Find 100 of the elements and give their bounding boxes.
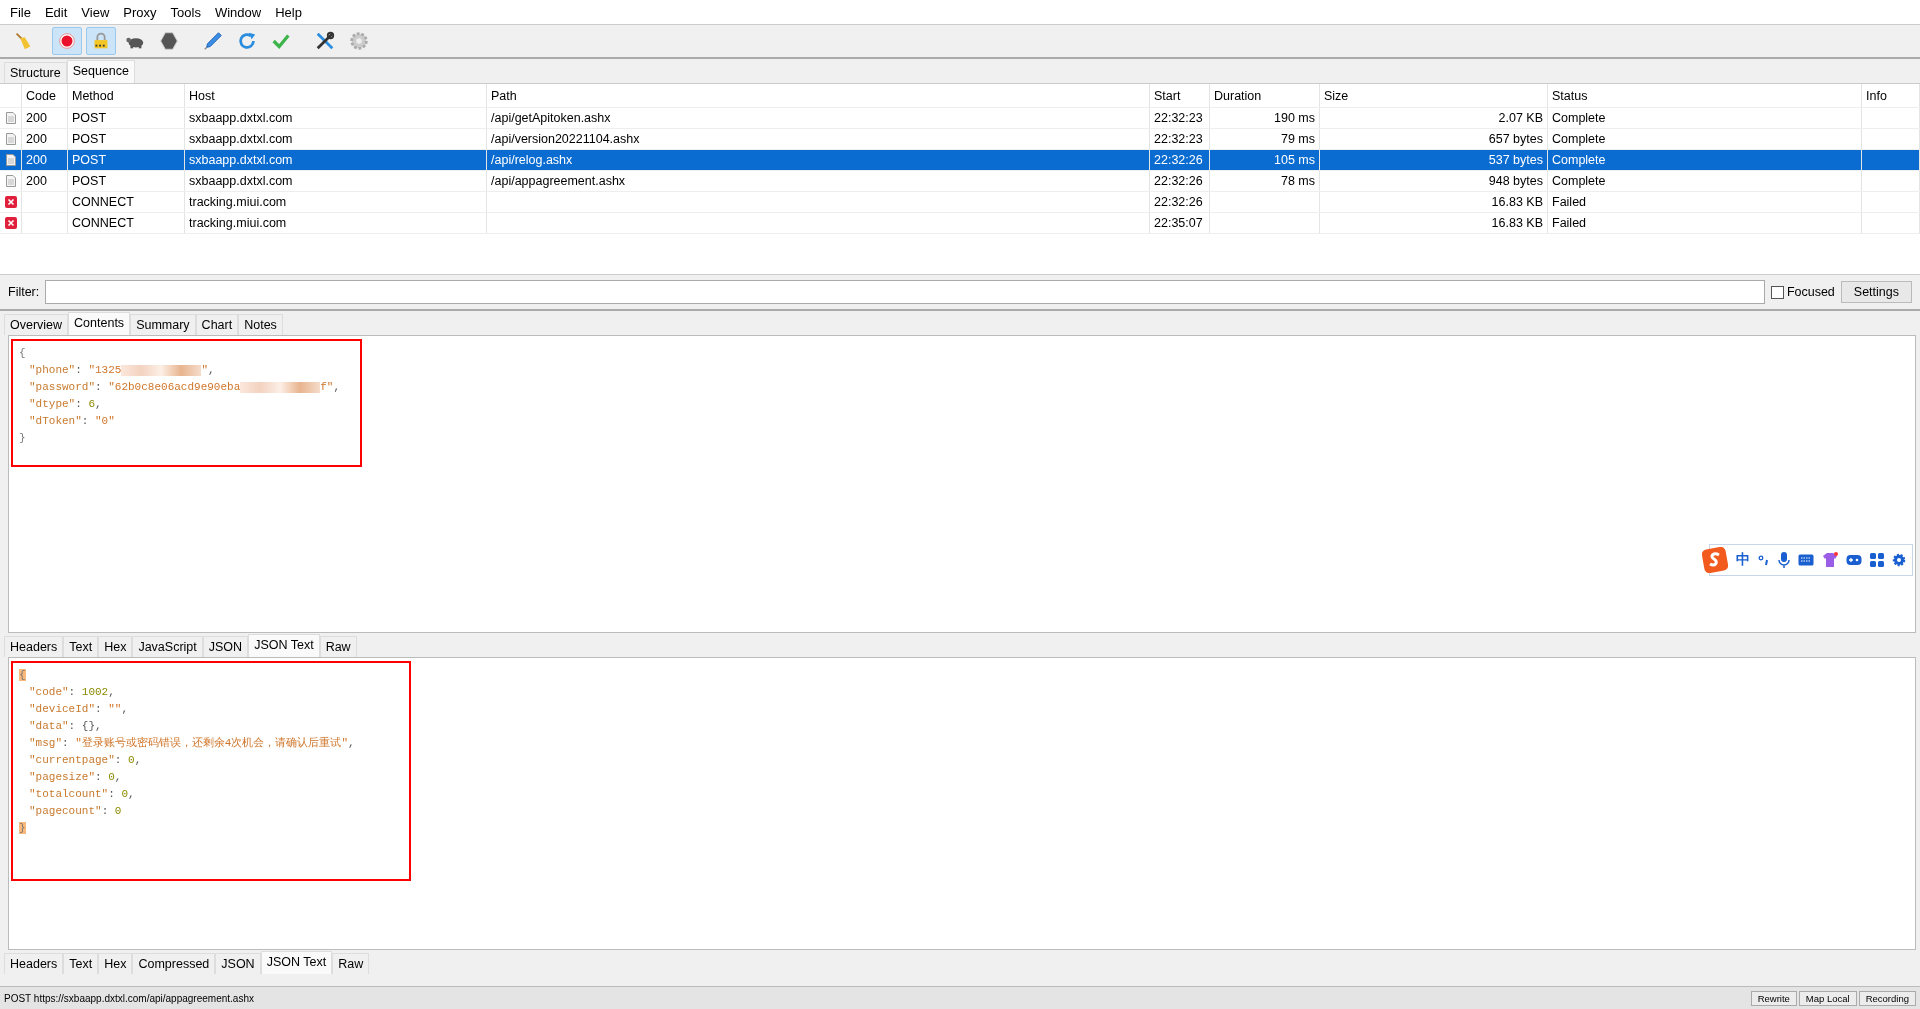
column-header[interactable]: Status	[1548, 84, 1862, 107]
code-line: }	[19, 431, 27, 446]
tab[interactable]: JSON Text	[260, 951, 333, 974]
focused-checkbox[interactable]	[1770, 285, 1784, 299]
status-button[interactable]: Recording	[1858, 990, 1916, 1006]
tools-icon	[314, 30, 336, 52]
grid-icon[interactable]	[1870, 553, 1884, 567]
tab[interactable]: Summary	[130, 314, 196, 335]
gamepad-icon[interactable]	[1846, 554, 1862, 566]
table-cell: 16.83 KB	[1491, 216, 1543, 230]
checkbox-label: Focused	[1786, 285, 1835, 299]
table-cell: tracking.miui.com	[189, 216, 287, 230]
tab[interactable]: Overview	[4, 314, 69, 335]
code-line: "totalcount": 0,	[28, 787, 136, 802]
status-button[interactable]: Map Local	[1798, 990, 1857, 1006]
menu-item[interactable]: Tools	[164, 2, 207, 22]
table-cell: sxbaapp.dxtxl.com	[189, 132, 293, 146]
hexagon-icon	[158, 30, 180, 52]
table-cell: 948 bytes	[1488, 174, 1543, 188]
tab[interactable]: JSON	[202, 636, 249, 657]
tab[interactable]: JSON Text	[248, 634, 320, 657]
table-cell: 537 bytes	[1488, 153, 1543, 167]
status-button[interactable]: Rewrite	[1750, 990, 1797, 1006]
menu-item[interactable]: Help	[269, 2, 308, 22]
code-line: "code": 1002,	[28, 685, 116, 700]
column-header[interactable]: Duration	[1210, 84, 1320, 107]
table-row[interactable]: 200 POST sxbaapp.dxtxl.com /api/getApitoken.ashx 22:32:23 190 ms 2.07 KB Complete	[0, 108, 1920, 129]
table-cell: POST	[72, 132, 107, 146]
table-cell: POST	[72, 111, 107, 125]
error-icon	[4, 196, 17, 208]
tab[interactable]: Sequence	[66, 60, 136, 83]
table-row[interactable]: 200 POST sxbaapp.dxtxl.com /api/relog.ashx 22:32:26 105 ms 537 bytes Complete	[0, 150, 1920, 171]
filter-label: Filter:	[8, 285, 40, 299]
menu-item[interactable]: View	[75, 2, 116, 22]
table-row[interactable]: CONNECT tracking.miui.com 22:35:07 16.83 KB Failed	[0, 213, 1920, 234]
table-cell: POST	[72, 153, 107, 167]
tab[interactable]: Structure	[4, 62, 67, 83]
ime-mode-label[interactable]: 中	[1736, 551, 1750, 569]
tab[interactable]: Headers	[4, 953, 64, 974]
menu-item[interactable]: Proxy	[117, 2, 163, 22]
table-cell: CONNECT	[72, 195, 134, 209]
table-cell: 200	[26, 132, 47, 146]
menu-item[interactable]: File	[4, 2, 37, 22]
column-header[interactable]: Start	[1150, 84, 1210, 107]
column-header[interactable]: Size	[1320, 84, 1548, 107]
table-cell: 22:32:23	[1154, 132, 1203, 146]
tab[interactable]: JSON	[215, 953, 261, 974]
tab[interactable]: Raw	[319, 636, 357, 657]
shirt-icon[interactable]	[1822, 552, 1838, 568]
filter-field[interactable]	[45, 280, 1765, 304]
ime-logo-icon[interactable]	[1702, 547, 1728, 573]
tab[interactable]: Text	[63, 636, 99, 657]
table-cell: 657 bytes	[1488, 132, 1543, 146]
code-line: "deviceId": "",	[28, 702, 130, 717]
column-header[interactable]: Method	[68, 84, 185, 107]
column-header[interactable]: Code	[22, 84, 68, 107]
settings-button[interactable]: Settings	[1840, 281, 1912, 303]
table-cell: Failed	[1552, 195, 1587, 209]
table-cell: /api/relog.ashx	[491, 153, 573, 167]
tab[interactable]: Notes	[238, 314, 283, 335]
table-cell: /api/appagreement.ashx	[491, 174, 626, 188]
table-cell: Complete	[1552, 153, 1606, 167]
table-cell: CONNECT	[72, 216, 134, 230]
table-row[interactable]: CONNECT tracking.miui.com 22:32:26 16.83 KB Failed	[0, 192, 1920, 213]
tab[interactable]: JavaScript	[132, 636, 203, 657]
table-cell: 22:32:26	[1154, 174, 1203, 188]
status-text: POST https://sxbaapp.dxtxl.com/api/appagreement.ashx	[4, 992, 254, 1004]
menu-item[interactable]: Window	[208, 2, 268, 22]
table-cell: Failed	[1552, 216, 1587, 230]
table-cell: POST	[72, 174, 107, 188]
keyboard-icon[interactable]	[1798, 554, 1814, 566]
table-cell: tracking.miui.com	[189, 195, 287, 209]
microphone-icon[interactable]	[1778, 552, 1790, 568]
table-cell: 22:32:26	[1154, 195, 1203, 209]
tab[interactable]: Raw	[332, 953, 370, 974]
tab[interactable]: Compressed	[132, 953, 216, 974]
column-header[interactable]: Path	[487, 84, 1150, 107]
table-cell: Complete	[1552, 132, 1606, 146]
record-icon	[56, 30, 78, 52]
tab[interactable]: Headers	[4, 636, 64, 657]
table-cell: /api/version20221104.ashx	[491, 132, 640, 146]
column-header[interactable]: Info	[1862, 84, 1920, 107]
document-icon	[5, 154, 16, 166]
refresh-icon	[236, 30, 258, 52]
punctuation-icon[interactable]	[1758, 553, 1770, 567]
code-line: "pagesize": 0,	[28, 770, 123, 785]
column-header[interactable]: Host	[185, 84, 487, 107]
tab[interactable]: Contents	[68, 312, 131, 335]
table-cell: 200	[26, 111, 47, 125]
table-row[interactable]: 200 POST sxbaapp.dxtxl.com /api/appagreement.ashx 22:32:26 78 ms 948 bytes Complete	[0, 171, 1920, 192]
tab[interactable]: Hex	[98, 636, 133, 657]
tab[interactable]: Chart	[195, 314, 239, 335]
table-cell: 16.83 KB	[1491, 195, 1543, 209]
code-line: "dtype": 6,	[28, 397, 103, 412]
tab[interactable]: Hex	[98, 953, 133, 974]
settings-icon[interactable]	[1892, 553, 1906, 567]
tab[interactable]: Text	[63, 953, 99, 974]
menu-item[interactable]: Edit	[38, 2, 74, 22]
code-line: "dToken": "0"	[28, 414, 116, 429]
pen-icon	[202, 30, 224, 52]
